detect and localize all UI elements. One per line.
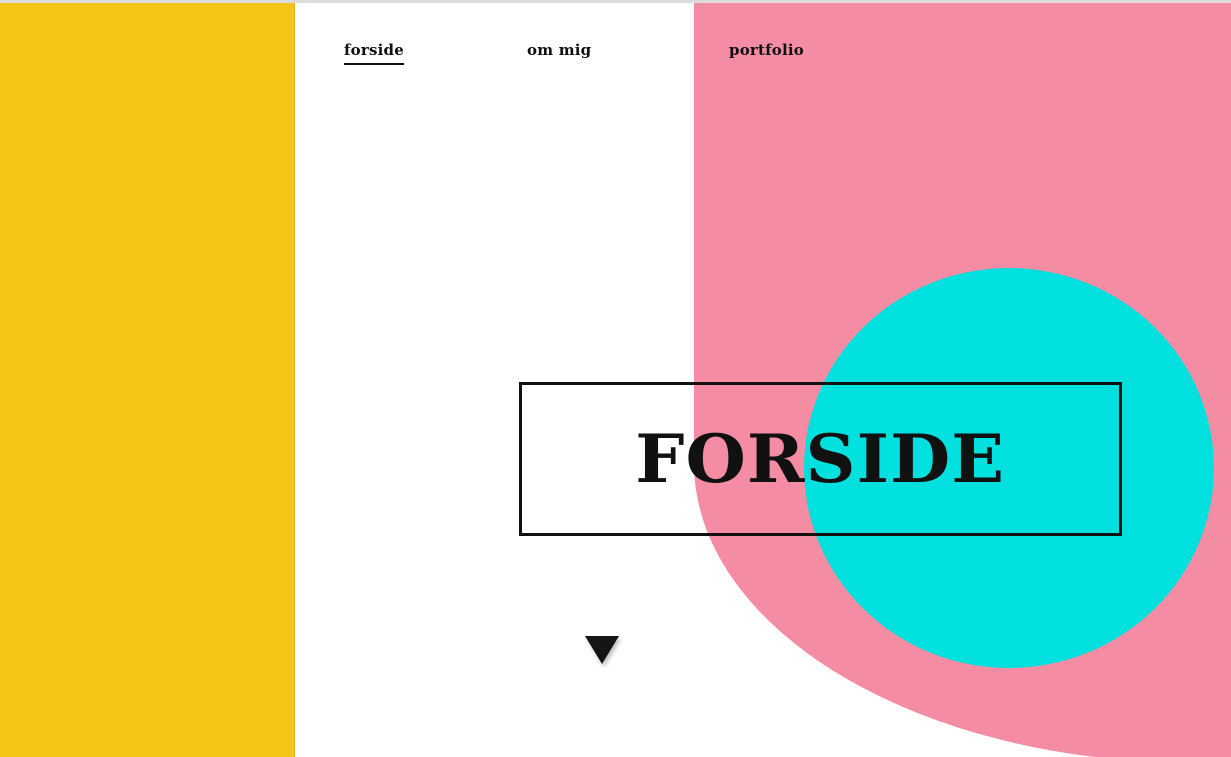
nav-link-portfolio[interactable]: portfolio	[729, 41, 804, 59]
hero-title: FORSIDE	[635, 420, 1006, 498]
nav-link-forside[interactable]: forside	[344, 41, 404, 65]
nav-link-om-mig[interactable]: om mig	[527, 41, 591, 59]
page: forside om mig portfolio FORSIDE	[0, 0, 1231, 757]
yellow-side-panel	[0, 3, 295, 757]
hero-title-frame: FORSIDE	[519, 382, 1122, 536]
triangle-down-icon[interactable]	[585, 636, 619, 664]
main-navigation: forside om mig portfolio	[0, 3, 1231, 83]
